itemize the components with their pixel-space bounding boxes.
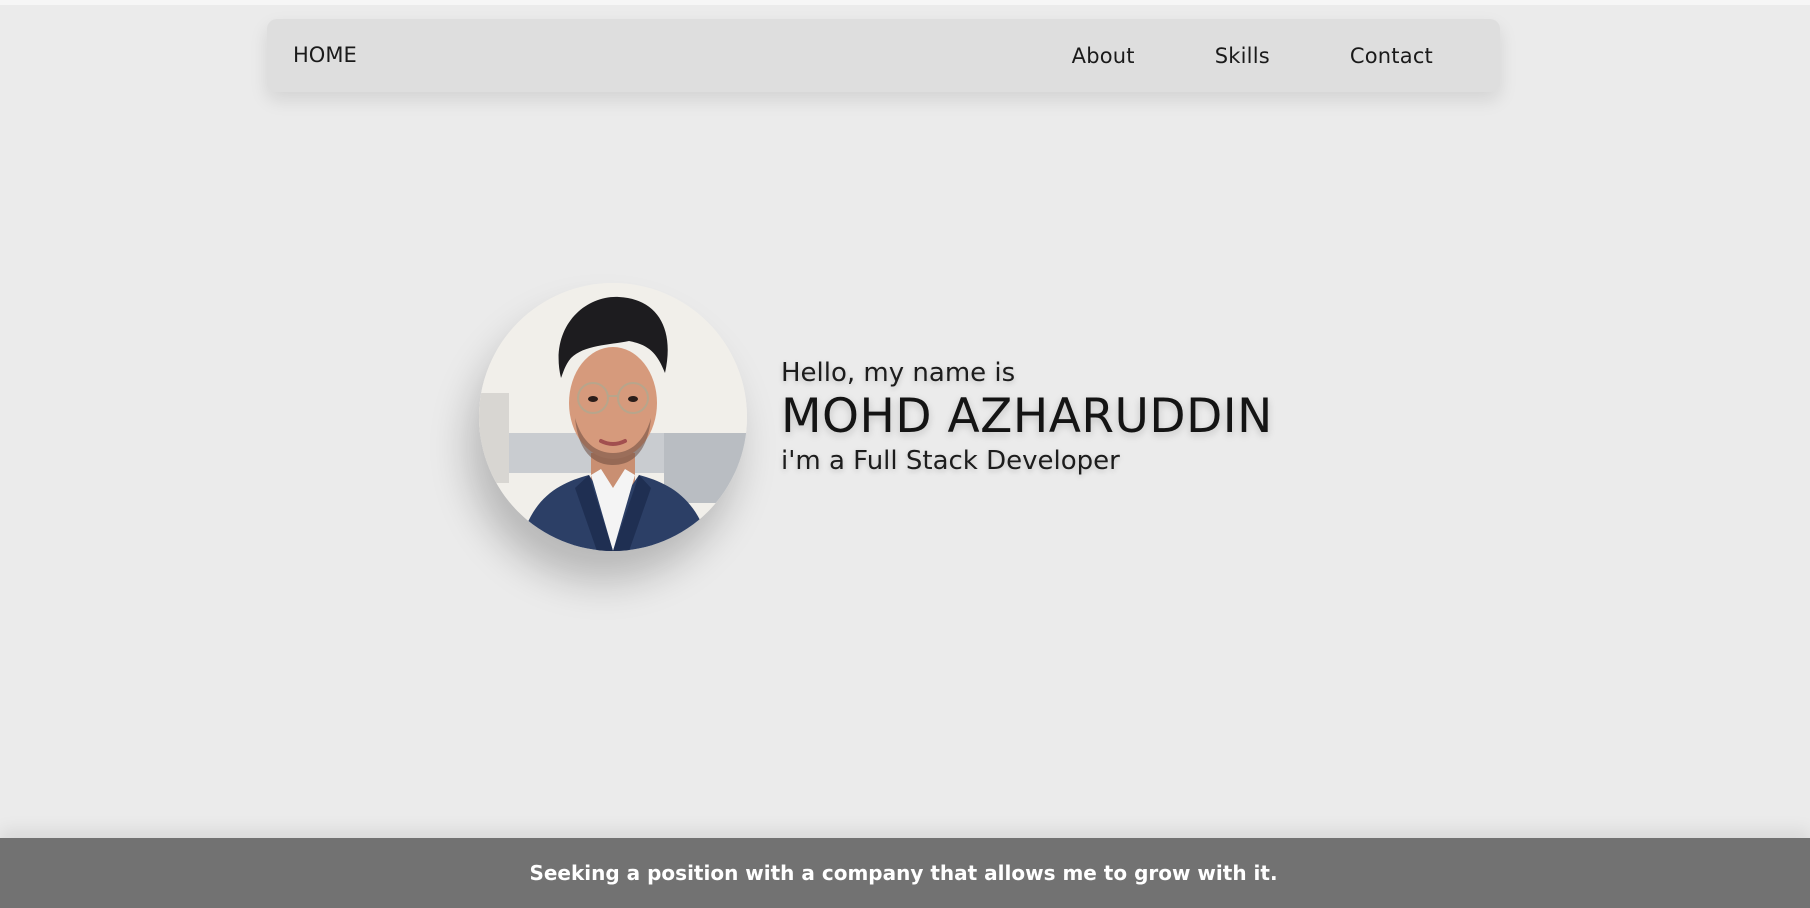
avatar (479, 283, 747, 551)
top-strip (0, 0, 1810, 5)
hero-text: Hello, my name is MOHD AZHARUDDIN i'm a … (781, 357, 1273, 477)
role-text: i'm a Full Stack Developer (781, 446, 1120, 476)
footer-text: Seeking a position with a company that a… (529, 861, 1278, 885)
navbar: HOME About Skills Contact (267, 19, 1500, 92)
nav-link-skills[interactable]: Skills (1215, 44, 1270, 68)
name-heading: MOHD AZHARUDDIN (781, 389, 1273, 444)
nav-link-about[interactable]: About (1072, 44, 1135, 68)
nav-links: About Skills Contact (1072, 19, 1500, 92)
nav-link-contact[interactable]: Contact (1350, 44, 1433, 68)
hero-section: Hello, my name is MOHD AZHARUDDIN i'm a … (479, 283, 1273, 551)
nav-home-link[interactable]: HOME (293, 19, 357, 92)
footer: Seeking a position with a company that a… (0, 838, 1810, 908)
greeting-text: Hello, my name is (781, 358, 1016, 388)
profile-photo (479, 283, 747, 551)
